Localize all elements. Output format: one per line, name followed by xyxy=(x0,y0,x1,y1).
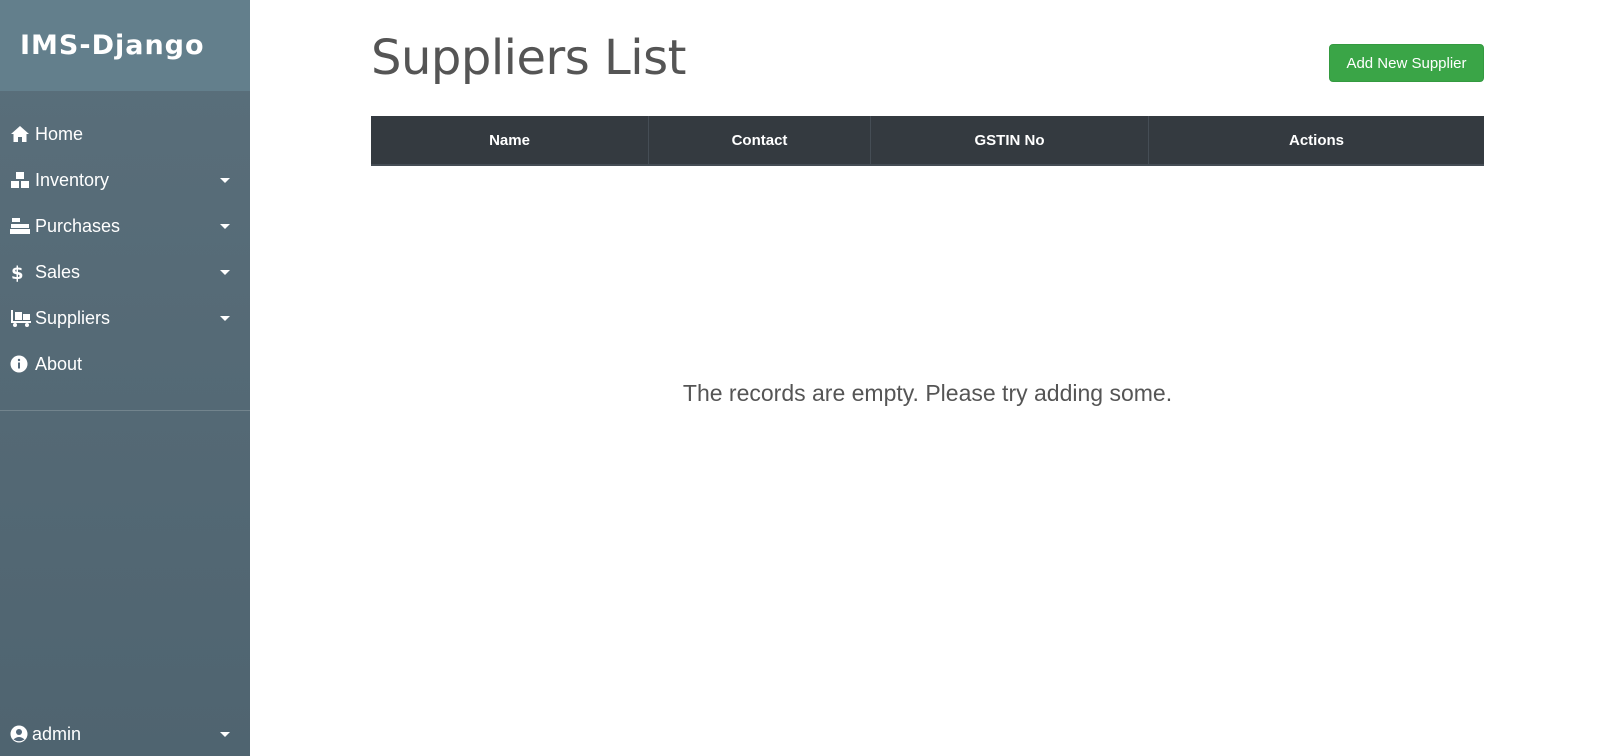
empty-state-message: The records are empty. Please try adding… xyxy=(682,380,1173,406)
chevron-down-icon xyxy=(220,269,230,275)
sidebar-item-label: Purchases xyxy=(35,215,121,236)
sidebar-item-sales[interactable]: $ Sales xyxy=(0,249,250,295)
sidebar-item-label: About xyxy=(35,353,83,374)
sidebar-item-purchases[interactable]: Purchases xyxy=(0,203,250,249)
dollar-icon: $ xyxy=(10,262,32,282)
page-title: Suppliers List xyxy=(371,30,686,86)
main-content: Suppliers List Add New Supplier Name Con… xyxy=(250,0,1600,756)
home-icon xyxy=(10,124,32,144)
sidebar-item-inventory[interactable]: Inventory xyxy=(0,157,250,203)
sidebar-item-label: Sales xyxy=(35,261,81,282)
add-supplier-button[interactable]: Add New Supplier xyxy=(1329,44,1484,82)
sidebar-item-label: Home xyxy=(35,123,84,144)
sidebar-item-label: Suppliers xyxy=(35,307,111,328)
user-circle-icon xyxy=(10,725,32,743)
chevron-down-icon xyxy=(220,315,230,321)
user-name: admin xyxy=(32,723,82,744)
dolly-icon xyxy=(10,308,32,328)
sidebar-divider xyxy=(0,410,250,411)
chevron-down-icon xyxy=(220,223,230,229)
brand-title[interactable]: IMS-Django xyxy=(20,30,205,61)
sidebar-item-label: Inventory xyxy=(35,169,110,190)
chevron-down-icon xyxy=(220,731,230,737)
chevron-down-icon xyxy=(220,177,230,183)
sidebar-item-home[interactable]: Home xyxy=(0,111,250,157)
sidebar-item-suppliers[interactable]: Suppliers xyxy=(0,295,250,341)
sidebar-item-about[interactable]: About xyxy=(0,341,250,387)
brand[interactable]: IMS-Django xyxy=(0,0,250,91)
info-circle-icon xyxy=(10,354,32,374)
column-header-gstin: GSTIN No xyxy=(871,116,1149,164)
svg-text:$: $ xyxy=(11,263,24,282)
column-header-name: Name xyxy=(371,116,649,164)
column-header-actions: Actions xyxy=(1288,131,1344,149)
user-menu[interactable]: admin xyxy=(0,712,250,756)
cash-register-icon xyxy=(10,216,32,236)
sidebar-nav: Home Inventory Purchases $ Sales Supplie… xyxy=(0,91,250,387)
sidebar: IMS-Django Home Inventory Purchases $ Sa… xyxy=(0,0,250,756)
boxes-icon xyxy=(10,170,32,190)
table-header: Name Contact GSTIN No Actions xyxy=(371,116,1484,166)
column-header-contact: Contact xyxy=(649,116,871,164)
